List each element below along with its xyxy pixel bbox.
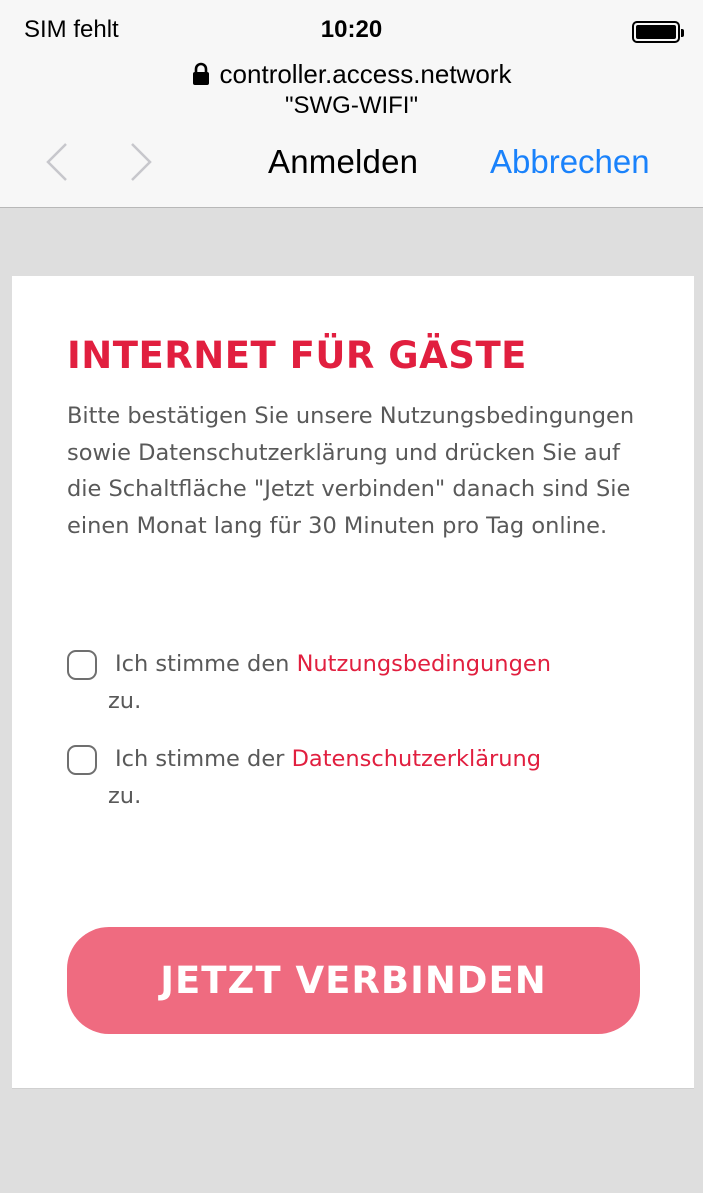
consent-privacy-suffix: zu. [108,782,142,809]
page-title-bar: Anmelden [268,143,419,180]
terms-checkbox[interactable] [67,650,97,680]
privacy-link[interactable]: Datenschutzerklärung [292,746,542,772]
privacy-checkbox[interactable] [67,745,97,775]
portal-title: INTERNET FÜR GÄSTE [67,334,527,377]
consent-terms: Ich stimme den Nutzungsbedingungen zu. [67,646,667,719]
consent-terms-label: Ich stimme den [115,651,297,677]
consent-privacy: Ich stimme der Datenschutzerklärung zu. [67,741,667,814]
intro-text: Bitte bestätigen Sie unsere Nutzungsbedi… [67,403,635,539]
network-name: "SWG-WIFI" [284,92,418,119]
status-time: 10:20 [320,16,383,43]
consent-privacy-label: Ich stimme der [115,746,292,772]
battery-fill [636,25,676,39]
login-card: INTERNET FÜR GÄSTE Bitte bestätigen Sie … [12,276,694,1089]
terms-link[interactable]: Nutzungsbedingungen [297,651,551,677]
connect-button[interactable]: JETZT VERBINDEN [67,927,640,1034]
browser-header: SIM fehlt 10:20 controller.access.networ… [0,0,703,208]
battery-icon [632,21,684,43]
lock-icon [192,62,209,85]
url-text: controller.access.network [219,59,512,89]
chevron-right-icon[interactable] [126,140,156,184]
cancel-button[interactable]: Abbrechen [490,140,650,184]
chevron-left-icon[interactable] [42,140,72,184]
consent-terms-suffix: zu. [108,687,142,714]
url-display: controller.access.network [0,58,703,90]
